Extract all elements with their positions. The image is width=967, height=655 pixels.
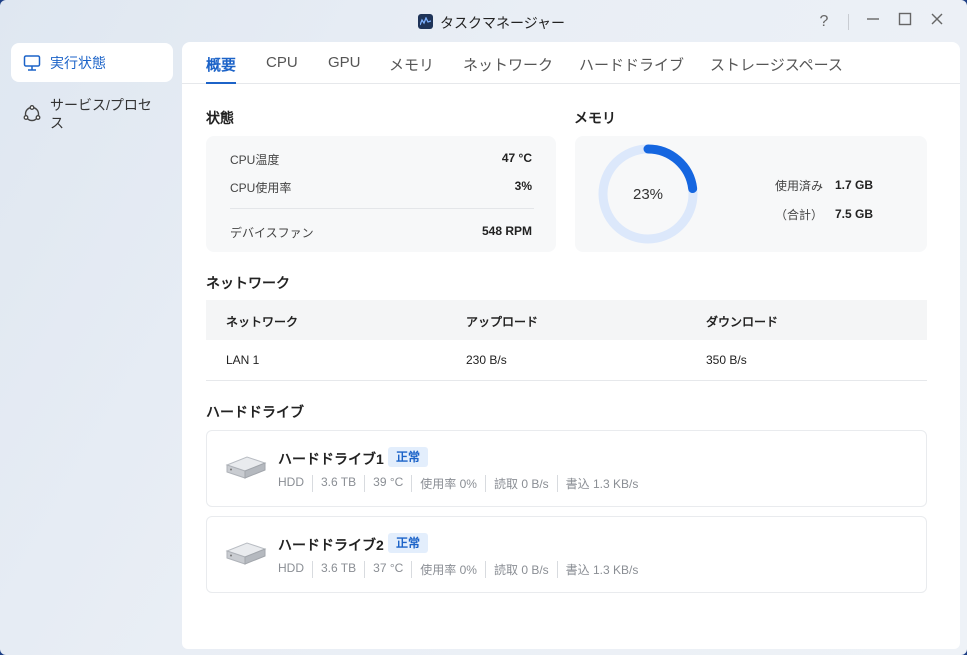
sidebar-item-services[interactable]: サービス/プロセス	[11, 96, 173, 132]
cpu-usage-value: 3%	[514, 179, 532, 193]
status-card: CPU温度 47 °C CPU使用率 3% デバイスファン 548 RPM	[206, 136, 556, 252]
cpu-temp-label: CPU温度	[230, 153, 280, 167]
drive-meta: HDD 3.6 TB 39 °C 使用率 0% 読取 0 B/s 書込 1.3 …	[278, 475, 646, 492]
cpu-temp-value: 47 °C	[501, 151, 532, 165]
drive-read: 読取 0 B/s	[484, 561, 557, 578]
fan-speed-value: 548 RPM	[481, 224, 532, 238]
tab-bar: 概要 CPU GPU メモリ ネットワーク ハードドライブ ストレージスペース	[182, 42, 960, 84]
close-icon	[931, 13, 943, 25]
tab-cpu[interactable]: CPU	[266, 54, 298, 84]
hard-drive-icon	[225, 456, 267, 479]
column-header-network: ネットワーク	[226, 315, 299, 329]
network-download-cell: 350 B/s	[706, 353, 747, 367]
monitor-icon	[23, 54, 41, 71]
cpu-usage-label: CPU使用率	[230, 181, 292, 195]
network-table-header: ネットワーク アップロード ダウンロード	[206, 300, 927, 340]
status-badge: 正常	[388, 533, 429, 553]
maximize-icon	[898, 12, 912, 26]
memory-usage-ring: 23%	[598, 144, 698, 244]
main-panel: 概要 CPU GPU メモリ ネットワーク ハードドライブ ストレージスペース …	[182, 42, 960, 649]
drive-usage: 使用率 0%	[411, 561, 485, 578]
column-header-download: ダウンロード	[706, 315, 779, 329]
close-button[interactable]	[927, 12, 947, 32]
drive-size: 3.6 TB	[312, 475, 364, 492]
tab-hard-drive[interactable]: ハードドライブ	[579, 54, 684, 84]
sidebar-item-label: サービス/プロセス	[50, 97, 152, 131]
network-name-cell: LAN 1	[226, 353, 260, 367]
status-divider	[230, 208, 534, 209]
drive-card-2[interactable]: ハードドライブ2 正常 HDD 3.6 TB 37 °C 使用率 0% 読取 0…	[206, 516, 927, 593]
drive-write: 書込 1.3 KB/s	[556, 475, 647, 492]
table-row: LAN 1 230 B/s 350 B/s	[206, 340, 927, 381]
minimize-button[interactable]	[863, 12, 883, 32]
drive-read: 読取 0 B/s	[484, 475, 557, 492]
tab-overview[interactable]: 概要	[206, 54, 237, 84]
status-badge: 正常	[388, 447, 429, 467]
tab-gpu[interactable]: GPU	[328, 54, 361, 84]
minimize-icon	[867, 18, 879, 20]
memory-used-label: 使用済み	[774, 179, 823, 193]
tab-storage-space[interactable]: ストレージスペース	[710, 54, 843, 84]
title-bar: タスクマネージャー ?	[0, 0, 967, 42]
help-button[interactable]: ?	[814, 12, 834, 32]
tab-memory[interactable]: メモリ	[389, 54, 434, 84]
drive-type: HDD	[278, 475, 304, 489]
memory-total-value: 7.5 GB	[835, 207, 874, 221]
app-icon	[418, 14, 433, 29]
status-section-title: 状態	[206, 110, 234, 126]
drive-size: 3.6 TB	[312, 561, 364, 578]
drive-meta: HDD 3.6 TB 37 °C 使用率 0% 読取 0 B/s 書込 1.3 …	[278, 561, 646, 578]
sidebar: 実行状態 サービス/プロセス	[0, 42, 182, 655]
memory-section-title: メモリ	[574, 110, 616, 126]
drive-temp: 37 °C	[364, 561, 411, 578]
drive-write: 書込 1.3 KB/s	[556, 561, 647, 578]
memory-used-value: 1.7 GB	[835, 178, 874, 192]
column-header-upload: アップロード	[466, 315, 539, 329]
network-section-title: ネットワーク	[206, 275, 290, 291]
drive-temp: 39 °C	[364, 475, 411, 492]
maximize-button[interactable]	[895, 12, 915, 32]
tab-network[interactable]: ネットワーク	[463, 54, 553, 84]
drive-type: HDD	[278, 561, 304, 575]
sidebar-item-running-status[interactable]: 実行状態	[11, 43, 173, 82]
drive-name: ハードドライブ2	[278, 537, 384, 553]
memory-card: 23% 使用済み 1.7 GB （合計） 7.5 GB	[575, 136, 927, 252]
service-icon	[23, 105, 41, 122]
fan-speed-label: デバイスファン	[230, 226, 314, 240]
hard-drive-section-title: ハードドライブ	[206, 404, 304, 420]
drive-name: ハードドライブ1	[278, 451, 384, 467]
window-title: タスクマネージャー	[440, 15, 566, 31]
drive-card-1[interactable]: ハードドライブ1 正常 HDD 3.6 TB 39 °C 使用率 0% 読取 0…	[206, 430, 927, 507]
drive-usage: 使用率 0%	[411, 475, 485, 492]
memory-total-label: （合計）	[774, 208, 823, 222]
titlebar-separator	[848, 14, 849, 30]
sidebar-item-label: 実行状態	[50, 54, 106, 71]
network-upload-cell: 230 B/s	[466, 353, 507, 367]
hard-drive-icon	[225, 542, 267, 565]
task-manager-window: タスクマネージャー ? 実行状態 サービス/プロセス 概要 CPU GPU メモ…	[0, 0, 967, 655]
memory-percent-text: 23%	[633, 186, 663, 203]
